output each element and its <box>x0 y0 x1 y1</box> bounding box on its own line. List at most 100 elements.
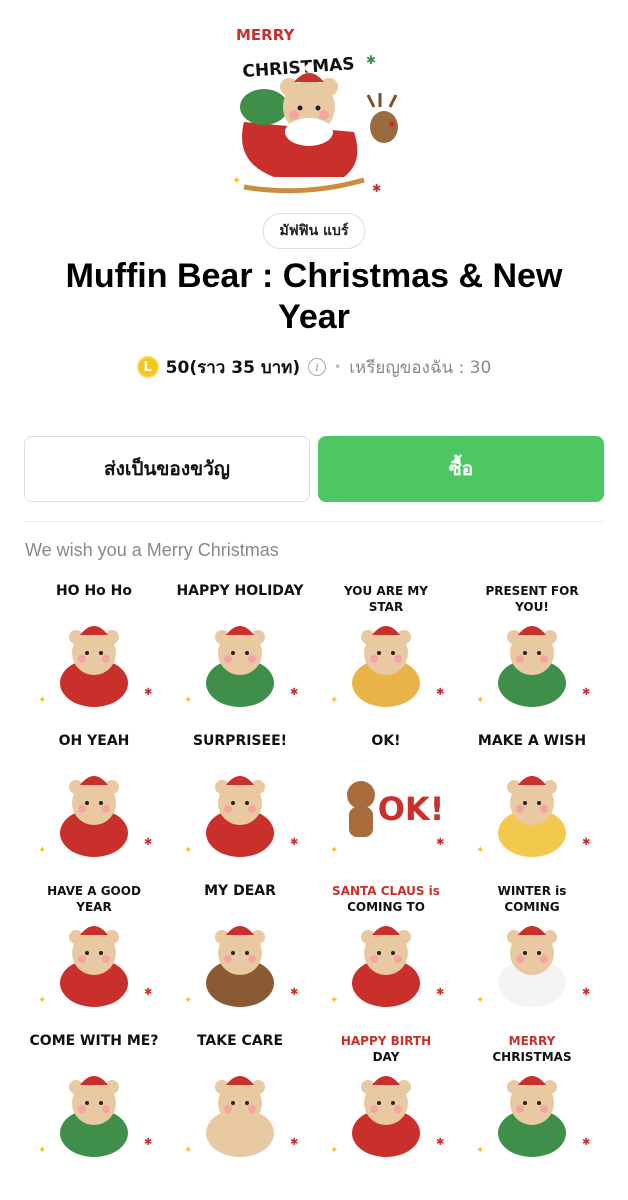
svg-text:✱: ✱ <box>144 1137 152 1148</box>
sticker-caption: MY DEAR <box>204 883 276 899</box>
svg-text:✱: ✱ <box>582 837 590 848</box>
send-as-gift-button[interactable]: ส่งเป็นของขวัญ <box>24 436 310 502</box>
line-coin-icon: L <box>136 356 159 378</box>
svg-text:✱: ✱ <box>366 53 376 67</box>
svg-text:✦: ✦ <box>184 845 192 856</box>
tree-bear-icon: COME WITH ME? ✦ ✱ <box>30 1033 159 1157</box>
sticker-item[interactable]: OH YEAH ✦ ✱ <box>24 725 164 865</box>
stocking-bear-icon: HAVE A GOOD YEAR ✦ ✱ <box>38 884 152 1007</box>
divider <box>24 521 604 522</box>
sticker-item[interactable]: SURPRISEE! ✦ ✱ <box>170 725 310 865</box>
mug-bear-icon: OH YEAH ✦ ✱ <box>38 733 152 857</box>
sticker-item[interactable]: WINTER is COMING ✦ ✱ <box>462 875 602 1015</box>
wreath-bear-icon: HAPPY HOLIDAY ✦ ✱ <box>176 583 304 707</box>
sticker-caption: MERRY <box>509 1034 556 1048</box>
sticker-caption: COME WITH ME? <box>30 1033 159 1049</box>
svg-text:✱: ✱ <box>290 837 298 848</box>
sticker-caption: YEAR <box>75 900 111 914</box>
santa-wreath-bear-icon: PRESENT FOR YOU! ✦ ✱ <box>476 584 590 707</box>
star-bear-icon: YOU ARE MY STAR ✦ ✱ <box>330 584 444 707</box>
sticker-item[interactable]: PRESENT FOR YOU! ✦ ✱ <box>462 575 602 715</box>
svg-text:✦: ✦ <box>330 845 338 856</box>
svg-text:✱: ✱ <box>582 1137 590 1148</box>
sticker-caption: HAPPY BIRTH <box>341 1034 431 1048</box>
hero-sticker: MERRY CHRISTMAS ✱ ✦ ✱ <box>214 12 414 202</box>
sticker-item[interactable]: MY DEAR ✦ ✱ <box>170 875 310 1015</box>
svg-text:✦: ✦ <box>476 845 484 856</box>
cake-bear-icon: HAPPY BIRTH DAY ✦ ✱ <box>330 1034 444 1157</box>
my-coins-balance: เหรียญของฉัน : 30 <box>349 357 492 378</box>
svg-text:✦: ✦ <box>476 995 484 1006</box>
price-amount: 50(ราว 35 บาท) <box>165 357 301 378</box>
svg-text:✱: ✱ <box>436 687 444 698</box>
sticker-item[interactable]: MERRY CHRISTMAS ✦ ✱ <box>462 1025 602 1165</box>
svg-text:✦: ✦ <box>38 845 46 856</box>
hero-lettering-merry: MERRY <box>236 26 295 44</box>
sticker-caption: STAR <box>369 600 403 614</box>
svg-text:✦: ✦ <box>38 1145 46 1156</box>
santa-beard-bear-icon: HO Ho Ho ✦ ✱ <box>38 583 152 707</box>
sticker-item[interactable]: SANTA CLAUS is COMING TO ✦ ✱ <box>316 875 456 1015</box>
sticker-item[interactable]: OK! OK! ✦ ✱ <box>316 725 456 865</box>
sticker-caption: SURPRISEE! <box>193 733 287 749</box>
sleigh-bear-icon: SANTA CLAUS is COMING TO ✦ ✱ <box>330 884 444 1007</box>
sticker-caption: HAPPY HOLIDAY <box>176 583 304 599</box>
svg-text:✱: ✱ <box>290 1137 298 1148</box>
svg-text:✦: ✦ <box>184 1145 192 1156</box>
sticker-caption: PRESENT FOR <box>485 584 578 598</box>
svg-text:✱: ✱ <box>144 837 152 848</box>
sticker-caption: COMING TO <box>347 900 425 914</box>
svg-text:✱: ✱ <box>290 987 298 998</box>
price-row: L 50(ราว 35 บาท) i • เหรียญของฉัน : 30 <box>0 352 628 382</box>
sticker-caption: MAKE A WISH <box>478 733 586 749</box>
author-chip[interactable]: มัฟฟิน แบร์ <box>262 213 366 249</box>
duck-bear-icon: MAKE A WISH ✦ ✱ <box>476 733 590 857</box>
separator-dot: • <box>334 360 342 374</box>
sticker-title: Muffin Bear : Christmas & New Year <box>65 257 563 336</box>
sticker-caption: COMING <box>504 900 559 914</box>
sticker-item[interactable]: TAKE CARE ✦ ✱ <box>170 1025 310 1165</box>
svg-text:✦: ✦ <box>232 175 241 187</box>
sticker-caption: HAVE A GOOD <box>47 884 141 898</box>
svg-text:✦: ✦ <box>38 995 46 1006</box>
sticker-caption: OK! <box>371 733 400 749</box>
svg-text:OK!: OK! <box>378 790 445 828</box>
sticker-caption: OH YEAH <box>59 733 130 749</box>
sticker-description: We wish you a Merry Christmas <box>25 540 279 560</box>
sticker-item[interactable]: HAVE A GOOD YEAR ✦ ✱ <box>24 875 164 1015</box>
sticker-item[interactable]: HO Ho Ho ✦ ✱ <box>24 575 164 715</box>
bowtie-bear-icon: TAKE CARE ✦ ✱ <box>184 1033 298 1157</box>
sticker-caption: TAKE CARE <box>197 1033 283 1049</box>
sticker-caption: YOU ARE MY <box>343 584 428 598</box>
svg-text:✱: ✱ <box>436 837 444 848</box>
svg-text:✦: ✦ <box>330 995 338 1006</box>
reindeer-bear-icon: MY DEAR ✦ ✱ <box>184 883 298 1007</box>
sticker-item[interactable]: COME WITH ME? ✦ ✱ <box>24 1025 164 1165</box>
sticker-item[interactable]: HAPPY HOLIDAY ✦ ✱ <box>170 575 310 715</box>
gift-bear-icon: SURPRISEE! ✦ ✱ <box>184 733 298 857</box>
svg-text:✱: ✱ <box>436 987 444 998</box>
tree-costume-bear-icon: MERRY CHRISTMAS ✦ ✱ <box>476 1034 590 1157</box>
sticker-item[interactable]: HAPPY BIRTH DAY ✦ ✱ <box>316 1025 456 1165</box>
svg-text:✦: ✦ <box>476 1145 484 1156</box>
svg-text:✦: ✦ <box>184 995 192 1006</box>
svg-text:✦: ✦ <box>184 695 192 706</box>
svg-text:✱: ✱ <box>290 687 298 698</box>
sticker-caption: SANTA CLAUS is <box>332 884 440 898</box>
svg-text:✱: ✱ <box>582 987 590 998</box>
sticker-caption: CHRISTMAS <box>492 1050 571 1064</box>
buy-button[interactable]: ซื้อ <box>318 436 604 502</box>
svg-text:✱: ✱ <box>582 687 590 698</box>
svg-text:✦: ✦ <box>330 695 338 706</box>
sticker-caption: DAY <box>373 1050 400 1064</box>
sticker-item[interactable]: YOU ARE MY STAR ✦ ✱ <box>316 575 456 715</box>
sticker-item[interactable]: MAKE A WISH ✦ ✱ <box>462 725 602 865</box>
svg-text:✱: ✱ <box>144 687 152 698</box>
sticker-caption: YOU! <box>514 600 549 614</box>
svg-text:✱: ✱ <box>436 1137 444 1148</box>
svg-text:✦: ✦ <box>38 695 46 706</box>
snowman-bear-icon: WINTER is COMING ✦ ✱ <box>476 884 590 1007</box>
info-icon[interactable]: i <box>308 358 327 376</box>
svg-text:✦: ✦ <box>330 1145 338 1156</box>
svg-text:✦: ✦ <box>476 695 484 706</box>
